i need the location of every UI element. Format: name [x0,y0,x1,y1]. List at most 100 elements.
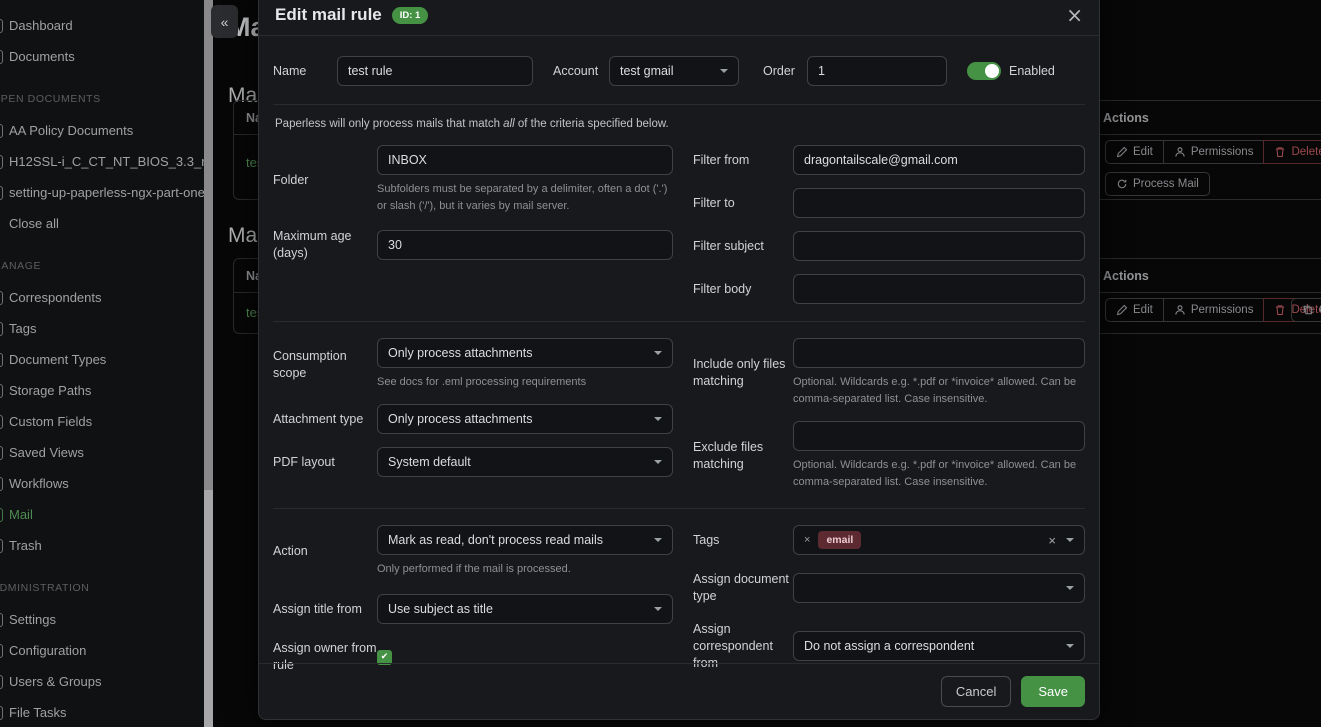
permissions-button[interactable]: Permissions [1163,298,1265,322]
caret-down-icon [1066,644,1074,648]
close-all-icon [0,217,3,231]
dialog-body: Name Account test gmail Order Enabled Pa… [259,36,1099,691]
rule-identity-row: Name Account test gmail Order Enabled [273,50,1085,105]
dialog-header: Edit mail rule ID: 1 × [259,0,1099,36]
file-tasks-icon [0,706,3,720]
filter-to-input[interactable] [793,188,1085,218]
sidebar-item-label: Document Types [9,352,106,367]
collapse-chevron-icon: « [221,14,229,30]
assign-title-select[interactable]: Use subject as title [377,594,673,624]
exclude-files-label: Exclude files matching [693,439,793,473]
filter-subject-field: Filter subject [693,231,1085,261]
caret-down-icon [654,607,662,611]
sidebar-scrollbar[interactable] [204,0,213,727]
copy-button[interactable]: Copy [1291,298,1321,322]
sidebar-item-file-tasks[interactable]: File Tasks [0,697,204,727]
tags-select[interactable]: × email × [793,525,1085,555]
assign-doc-type-select[interactable] [793,573,1085,603]
document-icon [0,155,3,169]
settings-icon [0,613,3,627]
include-files-input[interactable] [793,338,1085,368]
sidebar-item-close-all[interactable]: Close all [0,208,204,239]
permissions-button[interactable]: Permissions [1163,140,1265,164]
filter-from-input[interactable] [793,145,1085,175]
include-files-hint: Optional. Wildcards e.g. *.pdf or *invoi… [793,374,1085,408]
sidebar-section-open-documents: OPEN DOCUMENTS [0,93,204,106]
enabled-toggle[interactable] [967,62,1001,80]
sidebar-item-configuration[interactable]: Configuration [0,635,204,666]
sidebar-item-h12ssl-doc[interactable]: H12SSL-i_C_CT_NT_BIOS_3.3_rele... [0,146,204,177]
process-mail-button[interactable]: Process Mail [1105,172,1210,196]
configuration-icon [0,644,3,658]
sidebar-item-saved-views[interactable]: Saved Views [0,437,204,468]
sidebar-item-aa-policy-documents[interactable]: AA Policy Documents [0,115,204,146]
document-types-icon [0,353,3,367]
assign-correspondent-select[interactable]: Do not assign a correspondent [793,631,1085,661]
pdf-layout-select[interactable]: System default [377,447,673,477]
cancel-button[interactable]: Cancel [941,676,1011,707]
caret-down-icon [1066,586,1074,590]
clear-tags-icon[interactable]: × [1048,533,1056,548]
actions-column-header: Actions [1103,111,1149,125]
mail-icon [0,508,3,522]
person-icon [1174,304,1186,316]
consumption-scope-select[interactable]: Only process attachments [377,338,673,368]
dashboard-icon [0,19,3,33]
sidebar-item-mail[interactable]: Mail [0,499,204,530]
account-actions-group: Edit Permissions Delete [1105,140,1321,164]
order-label: Order [763,63,807,80]
rule-actions-group: Edit Permissions Delete [1105,298,1321,322]
sidebar-item-correspondents[interactable]: Correspondents [0,282,204,313]
person-icon [1174,146,1186,158]
sidebar-item-custom-fields[interactable]: Custom Fields [0,406,204,437]
action-select[interactable]: Mark as read, don't process read mails [377,525,673,555]
name-label: Name [273,63,337,80]
filter-subject-input[interactable] [793,231,1085,261]
sidebar-item-storage-paths[interactable]: Storage Paths [0,375,204,406]
trash-icon [1274,146,1286,158]
name-input[interactable] [337,56,533,86]
sidebar-item-documents[interactable]: Documents [0,41,204,72]
attachment-type-label: Attachment type [273,411,377,428]
document-icon [0,124,3,138]
filter-body-input[interactable] [793,274,1085,304]
pdf-layout-label: PDF layout [273,454,377,471]
account-select[interactable]: test gmail [609,56,739,86]
edit-button[interactable]: Edit [1105,298,1164,322]
max-age-input[interactable] [377,230,673,260]
sidebar-item-label: Dashboard [9,18,73,33]
sidebar-item-trash[interactable]: Trash [0,530,204,561]
folder-input[interactable] [377,145,673,175]
edit-button[interactable]: Edit [1105,140,1164,164]
remove-tag-icon[interactable]: × [804,534,810,546]
sidebar-item-dashboard[interactable]: Dashboard [0,10,204,41]
sidebar-collapse-button[interactable]: « [211,5,238,38]
tags-icon [0,322,3,336]
filter-to-field: Filter to [693,188,1085,218]
sidebar-item-label: Close all [9,216,59,231]
sidebar-item-setting-up-paperless[interactable]: setting-up-paperless-ngx-part-one [0,177,204,208]
attachment-type-select[interactable]: Only process attachments [377,404,673,434]
sidebar-item-document-types[interactable]: Document Types [0,344,204,375]
delete-button[interactable]: Delete [1263,140,1321,164]
include-files-label: Include only files matching [693,356,793,390]
copy-icon [1302,304,1314,316]
sidebar-item-label: H12SSL-i_C_CT_NT_BIOS_3.3_rele... [9,154,204,169]
sidebar-item-tags[interactable]: Tags [0,313,204,344]
check-icon: ✔ [381,652,389,662]
save-button[interactable]: Save [1021,676,1085,707]
sidebar-item-workflows[interactable]: Workflows [0,468,204,499]
scope-section: Consumption scope Only process attachmen… [273,338,1085,509]
scrollbar-thumb[interactable] [204,490,213,727]
sidebar-item-label: Configuration [9,643,86,658]
enabled-label: Enabled [1009,63,1055,80]
sidebar-item-settings[interactable]: Settings [0,604,204,635]
exclude-files-input[interactable] [793,421,1085,451]
sidebar-item-users-groups[interactable]: Users & Groups [0,666,204,697]
close-icon[interactable]: × [1066,5,1083,25]
pencil-icon [1116,146,1128,158]
sidebar-item-label: Correspondents [9,290,102,305]
workflows-icon [0,477,3,491]
order-input[interactable] [807,56,947,86]
exclude-files-hint: Optional. Wildcards e.g. *.pdf or *invoi… [793,457,1085,491]
